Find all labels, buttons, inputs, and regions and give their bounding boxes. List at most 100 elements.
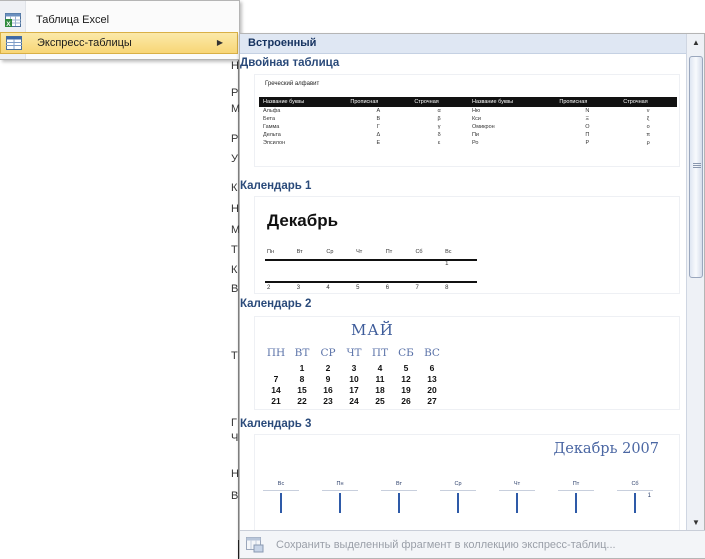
table-cell: ε <box>437 140 441 146</box>
menu-item-quick-tables[interactable]: Экспресс-таблицы ▶ <box>0 32 238 54</box>
grid-line <box>440 490 476 491</box>
weekday-label: Пт <box>385 249 393 255</box>
day-cell: 8 <box>445 285 449 291</box>
weekday-label: Сб <box>415 249 423 255</box>
grip-line <box>693 167 701 168</box>
calendar-2-weekdays: ПН ВТ СР ЧТ ПТ СБ ВС <box>263 347 445 359</box>
scroll-down-icon[interactable]: ▼ <box>690 517 702 529</box>
day-cell: 22 <box>297 396 307 406</box>
day-marker <box>280 493 282 513</box>
quick-tables-gallery: Встроенный Двойная таблица Греческий алф… <box>239 33 705 559</box>
save-selection-to-gallery-button[interactable]: Сохранить выделенный фрагмент в коллекци… <box>240 530 705 558</box>
weekday-label: Вт <box>395 481 402 487</box>
calendar-2-week: 21 22 23 24 25 26 27 <box>263 396 445 406</box>
calendar-3-day-column: Пт7 <box>556 481 596 532</box>
submenu-arrow-icon: ▶ <box>216 38 223 47</box>
weekday-label: Пт <box>572 481 580 487</box>
table-cell: ο <box>646 124 650 130</box>
grid-line <box>617 490 653 491</box>
day-cell: 13 <box>427 374 437 384</box>
grid-line <box>499 490 535 491</box>
table-cell: Ню <box>471 108 481 114</box>
day-cell: 9 <box>325 374 331 384</box>
calendar-3-title: Декабрь 2007 <box>553 441 660 457</box>
table-cell: α <box>437 108 441 114</box>
calendar-3-day-column: Вс2 <box>261 481 301 532</box>
document-text-fragment: Ч <box>231 432 239 444</box>
scroll-up-icon[interactable]: ▲ <box>690 37 702 49</box>
document-text-fragment: Н <box>231 468 239 480</box>
gallery-item-double-table[interactable]: Греческий алфавит Название буквы Прописна… <box>254 74 680 167</box>
day-cell: 3 <box>351 363 357 373</box>
calendar-1-week: 2 3 4 5 6 7 8 <box>267 285 475 291</box>
day-cell: 8 <box>299 374 305 384</box>
table-cell: Δ <box>376 132 381 138</box>
grip-line <box>693 163 701 164</box>
table-cell: Ро <box>471 140 479 146</box>
menu-item-label: Таблица Excel <box>36 14 110 26</box>
document-text-fragment: Г <box>231 417 237 429</box>
table-cell: ρ <box>646 140 650 146</box>
table-cell: Пи <box>471 132 479 138</box>
table-header-cell: Название буквы <box>259 97 347 107</box>
weekday-label: ЧТ <box>346 347 362 359</box>
weekday-label: Пн <box>336 481 344 487</box>
gallery-scrollbar[interactable]: ▲ ▼ <box>686 34 704 532</box>
day-cell <box>267 261 297 267</box>
calendar-3-day-column: Вт4 <box>379 481 419 532</box>
section-title-calendar-1: Календарь 1 <box>240 180 312 192</box>
day-cell: 6 <box>429 363 435 373</box>
weekday-label: Ср <box>454 481 462 487</box>
weekday-label: ПТ <box>371 347 389 359</box>
day-cell <box>326 261 356 267</box>
quick-tables-icon <box>1 36 27 50</box>
table-cell: ν <box>646 108 650 114</box>
table-cell: Ν <box>585 108 590 114</box>
gallery-category-header: Встроенный <box>240 34 687 54</box>
document-text-fragment: К <box>231 264 238 276</box>
table-cell: Α <box>376 108 381 114</box>
day-cell: 1 <box>299 363 305 373</box>
day-cell: 1 <box>445 261 449 267</box>
section-title-calendar-3: Календарь 3 <box>240 418 312 430</box>
double-table-preview: Название буквы Прописная Строчная Название … <box>259 97 677 147</box>
table-cell: Эпсилон <box>263 140 286 146</box>
day-cell: 16 <box>323 385 333 395</box>
gallery-item-calendar-2[interactable]: МАЙ ПН ВТ СР ЧТ ПТ СБ ВС 1 2 3 4 5 6 7 8 9 10 11 12 13 14 15… <box>254 316 680 410</box>
gallery-item-calendar-1[interactable]: Декабрь Пн Вт Ср Чт Пт Сб Вс 1 2 3 4 5 6 7 8 <box>254 196 680 294</box>
day-cell: 25 <box>375 396 385 406</box>
grid-line <box>381 490 417 491</box>
gallery-item-calendar-3[interactable]: Декабрь 2007 Вс2Пн3Вт4Ср5Чт6Пт7Сб18 <box>254 434 680 532</box>
day-marker <box>575 493 577 513</box>
excel-table-icon: X <box>0 13 26 27</box>
table-row: Дельта Δδ Пи Ππ <box>259 131 677 139</box>
menu-item-excel-table[interactable]: X Таблица Excel <box>0 9 238 31</box>
calendar-3-day-column: Чт6 <box>497 481 537 532</box>
table-cell: Омикрон <box>471 124 495 130</box>
document-text-fragment: В <box>231 490 239 502</box>
grid-line <box>558 490 594 491</box>
table-header-cell: Строчная <box>410 97 468 107</box>
table-cell: Гамма <box>263 124 280 130</box>
document-text-fragment: У <box>231 153 238 165</box>
scrollbar-thumb[interactable] <box>689 56 703 278</box>
day-cell <box>297 261 327 267</box>
table-cell: Дельта <box>263 132 281 138</box>
table-cell: Γ <box>376 124 380 130</box>
gallery-scroll-area[interactable]: Двойная таблица Греческий алфавит Назван… <box>240 54 687 532</box>
table-cell: δ <box>437 132 441 138</box>
day-cell <box>386 261 416 267</box>
table-cell: β <box>437 116 441 122</box>
document-text-fragment: Н <box>231 203 239 215</box>
calendar-3-day-column: Сб18 <box>615 481 655 532</box>
day-cell: 21 <box>271 396 281 406</box>
table-cell: Альфа <box>263 108 281 114</box>
day-marker <box>339 493 341 513</box>
table-cell: ξ <box>646 116 650 122</box>
document-text-fragment: Р <box>231 87 239 99</box>
weekday-label: ПН <box>266 347 286 359</box>
weekday-label: Чт <box>513 481 521 487</box>
weekday-label: Вт <box>296 249 303 255</box>
document-text-fragment: Т <box>231 350 238 362</box>
day-cell: 17 <box>349 385 359 395</box>
